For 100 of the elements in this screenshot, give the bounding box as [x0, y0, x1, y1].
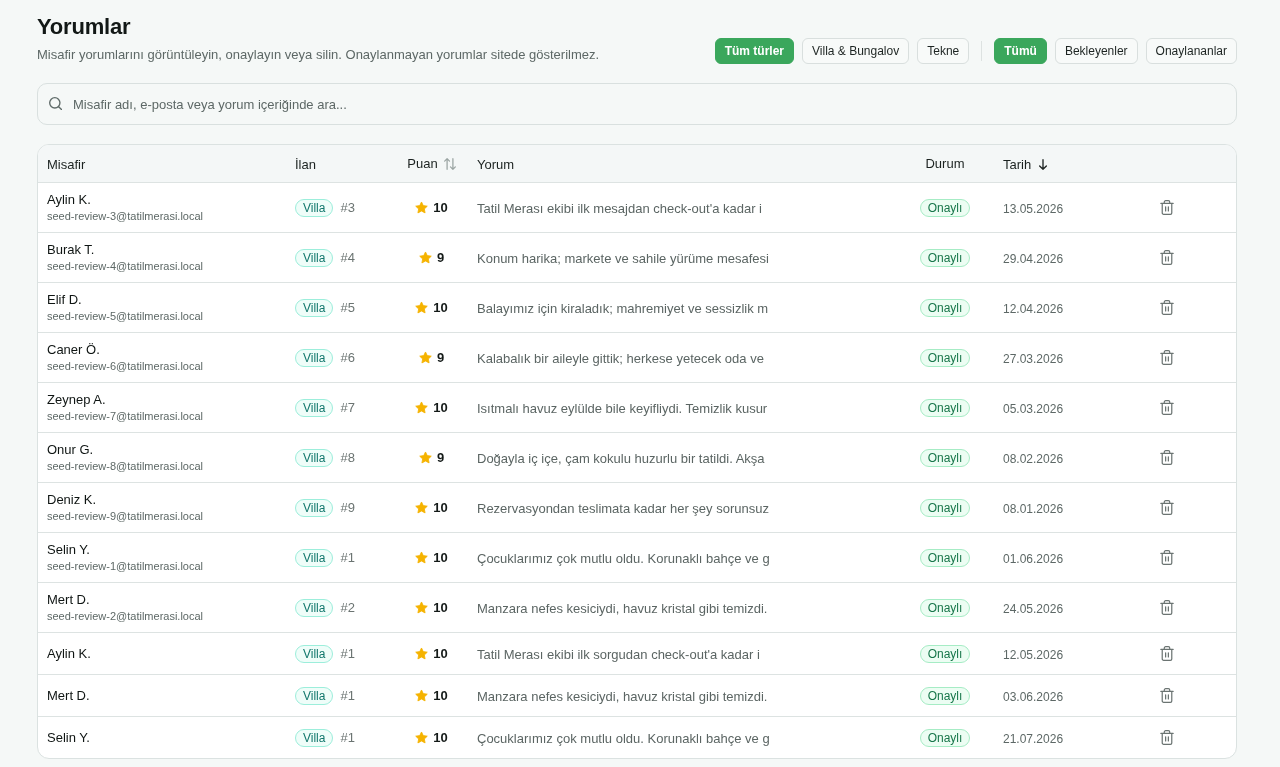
status-tag: Onaylı: [919, 548, 971, 567]
search-icon: [49, 97, 62, 110]
listing-type-tag: Villa: [295, 398, 334, 417]
type-filter-button[interactable]: Villa & Bungalov: [802, 38, 910, 64]
comment-text: Doğayla iç içe, çam kokulu huzurlu bir tatildi. Akşa: [477, 450, 765, 466]
guest-email: seed-review-4@tatilmerasi.local: [47, 259, 205, 274]
listing-type-tag: Villa: [295, 598, 334, 617]
listing-number: #9: [340, 500, 355, 515]
review-date: 12.04.2026: [1003, 301, 1064, 316]
trash-icon: [1160, 449, 1174, 465]
listing-number: #5: [340, 300, 355, 315]
guest-name: Mert D.: [47, 686, 91, 705]
rating-value: 10: [433, 550, 448, 565]
review-date: 08.01.2026: [1003, 501, 1064, 516]
comment-text: Tatil Merası ekibi ilk mesajdan check-out'a kadar i: [477, 200, 762, 216]
star-icon: [415, 301, 429, 314]
listing-number: #2: [340, 600, 355, 615]
column-header[interactable]: Tarih: [1003, 156, 1048, 172]
listing-number: #7: [340, 400, 355, 415]
listing-type-tag: Villa: [295, 728, 334, 747]
review-date: 01.06.2026: [1003, 551, 1064, 566]
page-title: Yorumlar: [37, 13, 132, 41]
guest-name: Burak T.: [47, 241, 96, 259]
guest-name: Aylin K.: [47, 644, 92, 663]
status-tag: Onaylı: [919, 398, 971, 417]
comment-text: Manzara nefes kesiciydi, havuz kristal gibi temizdi.: [477, 688, 768, 704]
star-icon: [415, 201, 429, 214]
star-icon: [418, 451, 432, 464]
listing-type-tag: Villa: [295, 686, 334, 705]
listing-type-tag: Villa: [295, 348, 334, 367]
rating-value: 9: [436, 450, 445, 465]
trash-icon: [1160, 399, 1174, 415]
column-header: İlan: [295, 156, 316, 172]
listing-type-tag: Villa: [295, 644, 334, 663]
trash-icon: [1160, 249, 1174, 265]
column-header: Durum: [925, 156, 965, 171]
type-filter-button[interactable]: Tekne: [917, 38, 970, 64]
status-tag: Onaylı: [919, 728, 971, 747]
listing-type-tag: Villa: [295, 548, 334, 567]
trash-icon: [1160, 687, 1174, 703]
trash-icon: [1160, 349, 1174, 365]
review-date: 29.04.2026: [1003, 251, 1064, 266]
listing-type-tag: Villa: [295, 298, 334, 317]
star-icon: [415, 401, 429, 414]
rating-value: 10: [433, 688, 448, 703]
trash-icon: [1160, 599, 1174, 615]
status-tag: Onaylı: [919, 298, 971, 317]
guest-email: seed-review-9@tatilmerasi.local: [47, 509, 205, 524]
rating-value: 10: [433, 730, 448, 745]
comment-text: Çocuklarımız çok mutlu oldu. Korunaklı bahçe ve g: [477, 550, 770, 566]
rating-value: 10: [433, 600, 448, 615]
rating-value: 9: [436, 350, 445, 365]
column-header[interactable]: Puan: [407, 156, 456, 171]
guest-name: Selin Y.: [47, 541, 91, 559]
comment-text: Kalabalık bir aileyle gittik; herkese yetecek oda ve: [477, 350, 764, 366]
trash-icon: [1160, 199, 1174, 215]
guest-name: Selin Y.: [47, 728, 91, 747]
listing-number: #4: [340, 250, 355, 265]
listing-number: #1: [340, 550, 355, 565]
guest-name: Deniz K.: [47, 491, 98, 509]
star-icon: [415, 689, 429, 702]
guest-name: Elif D.: [47, 291, 83, 309]
star-icon: [415, 551, 429, 564]
column-header: Yorum: [477, 156, 515, 172]
listing-number: #1: [340, 646, 355, 661]
review-date: 05.03.2026: [1003, 401, 1064, 416]
listing-type-tag: Villa: [295, 198, 334, 217]
guest-name: Caner Ö.: [47, 341, 101, 359]
status-filter-button[interactable]: Bekleyenler: [1054, 38, 1138, 64]
status-tag: Onaylı: [919, 448, 971, 467]
guest-name: Mert D.: [47, 591, 91, 609]
trash-icon: [1160, 729, 1174, 745]
search-field[interactable]: Misafir adı, e-posta veya yorum içeriğinde ara...: [37, 83, 1237, 125]
star-icon: [418, 351, 432, 364]
listing-type-tag: Villa: [295, 498, 334, 517]
guest-name: Aylin K.: [47, 191, 92, 209]
rating-value: 10: [433, 500, 448, 515]
status-tag: Onaylı: [919, 198, 971, 217]
trash-icon: [1160, 645, 1174, 661]
listing-number: #8: [340, 450, 355, 465]
status-tag: Onaylı: [919, 644, 971, 663]
trash-icon: [1160, 549, 1174, 565]
trash-icon: [1160, 499, 1174, 515]
page-subtitle: Misafir yorumlarını görüntüleyin, onaylayın veya silin. Onaylanmayan yorumlar sitede gösterilmez.: [37, 46, 600, 64]
rating-value: 10: [433, 646, 448, 661]
star-icon: [415, 601, 429, 614]
review-date: 24.05.2026: [1003, 601, 1064, 616]
status-tag: Onaylı: [919, 598, 971, 617]
review-date: 27.03.2026: [1003, 351, 1064, 366]
listing-number: #1: [340, 688, 355, 703]
guest-email: seed-review-7@tatilmerasi.local: [47, 409, 205, 424]
guest-email: seed-review-2@tatilmerasi.local: [47, 609, 205, 624]
star-icon: [418, 251, 432, 264]
comment-text: Rezervasyondan teslimata kadar her şey sorunsuz: [477, 500, 769, 516]
listing-number: #6: [340, 350, 355, 365]
rating-value: 10: [433, 200, 448, 215]
status-filter-button[interactable]: Onaylananlar: [1145, 38, 1237, 64]
trash-icon: [1160, 299, 1174, 315]
review-date: 13.05.2026: [1003, 201, 1064, 216]
comment-text: Balayımız için kiraladık; mahremiyet ve sessizlik m: [477, 300, 769, 316]
